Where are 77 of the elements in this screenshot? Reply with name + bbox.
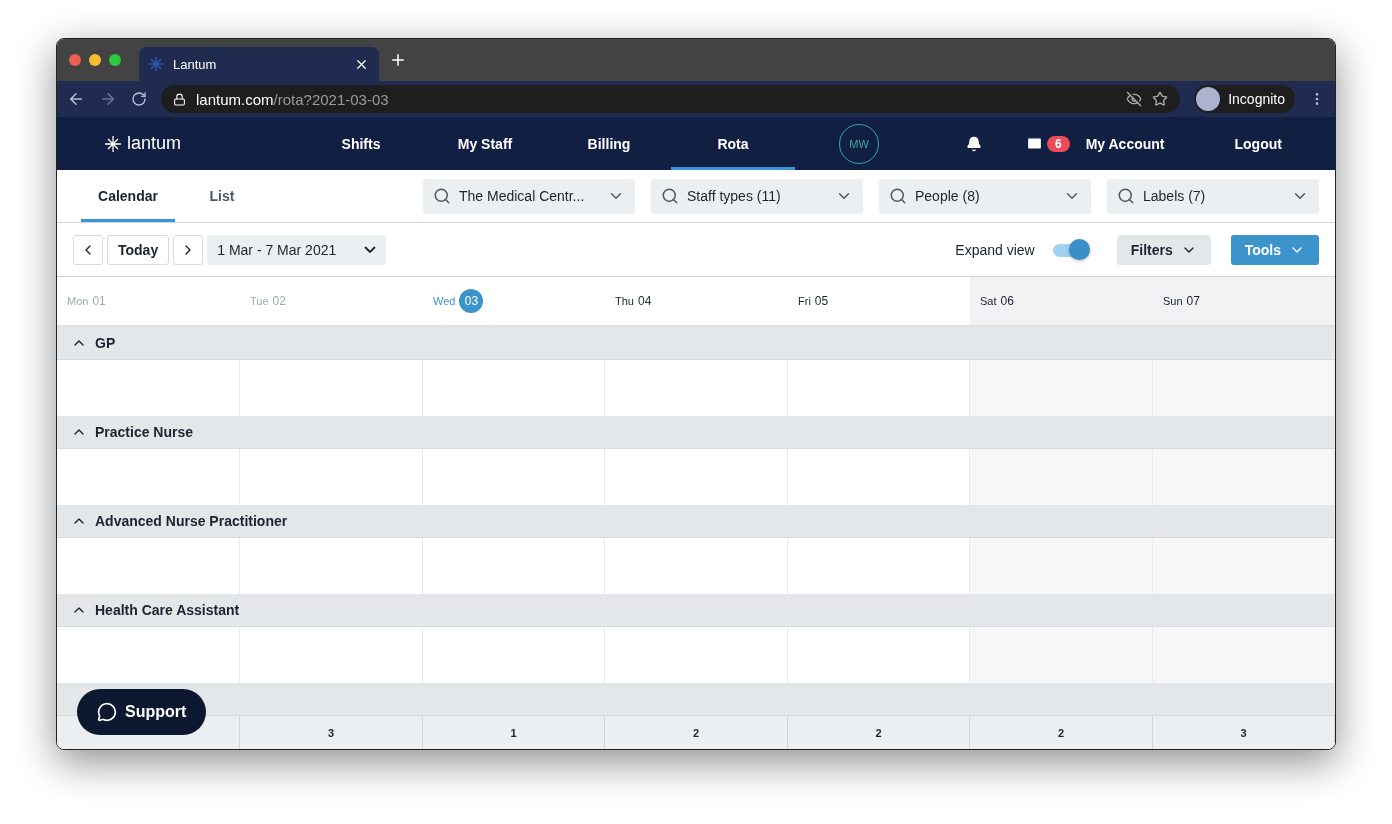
next-week-button[interactable] — [173, 234, 204, 265]
calendar-cell[interactable] — [970, 538, 1153, 594]
expand-view-label: Expand view — [955, 241, 1035, 258]
day-header: Mon 01 — [57, 277, 240, 327]
lock-icon — [173, 92, 186, 106]
day-header: Sat 06 — [970, 277, 1153, 327]
chevron-down-icon — [364, 245, 377, 254]
date-range-dropdown[interactable]: 1 Mar - 7 Mar 2021 — [207, 234, 387, 265]
group-header[interactable]: Health Care Assistant — [57, 594, 1335, 627]
star-icon[interactable] — [1152, 91, 1169, 107]
nav-link[interactable]: Shifts — [299, 117, 423, 170]
view-tab[interactable]: List — [175, 170, 269, 222]
forward-icon[interactable] — [99, 90, 117, 108]
account-link[interactable]: My Account — [1085, 117, 1165, 170]
today-button[interactable]: Today — [107, 234, 170, 265]
group-title: Advanced Nurse Practitioner — [95, 513, 288, 529]
search-icon — [1117, 187, 1135, 205]
calendar-cell[interactable] — [1153, 449, 1335, 505]
url-text: lantum.com/rota?2021-03-03 — [196, 90, 390, 108]
calendar-cell[interactable] — [970, 449, 1153, 505]
logout-link[interactable]: Logout — [1234, 117, 1282, 170]
group-header[interactable]: Practice Nurse — [57, 416, 1335, 449]
mail-icon[interactable] — [1026, 135, 1043, 152]
expand-view-toggle[interactable] — [1052, 238, 1091, 261]
sparkle-icon — [105, 135, 121, 152]
calendar-cell[interactable] — [1153, 360, 1335, 416]
group-title: Health Care Assistant — [95, 602, 240, 618]
search-icon — [433, 187, 451, 205]
group-title: Practice Nurse — [95, 424, 194, 440]
maximize-window-icon[interactable] — [109, 54, 121, 66]
mail-count-badge: 6 — [1047, 135, 1070, 152]
calendar-cell[interactable] — [57, 538, 240, 594]
total-cell: 3 — [240, 716, 423, 749]
total-cell: 2 — [788, 716, 970, 749]
calendar-cell[interactable] — [970, 360, 1153, 416]
brand-name: lantum — [127, 133, 182, 154]
total-cell: 1 — [423, 716, 605, 749]
close-window-icon[interactable] — [69, 54, 81, 66]
calendar-cell[interactable] — [1153, 627, 1335, 683]
new-tab-icon[interactable] — [389, 51, 407, 69]
total-cell: 2 — [605, 716, 788, 749]
support-button[interactable]: Support — [77, 689, 207, 735]
browser-tab[interactable]: Lantum — [139, 47, 379, 81]
filter-dropdown[interactable]: The Medical Centr... — [423, 178, 635, 214]
filter-dropdown[interactable]: People (8) — [879, 178, 1091, 214]
day-header: Sun 07 — [1153, 277, 1335, 327]
back-icon[interactable] — [67, 90, 85, 108]
filter-dropdown[interactable]: Labels (7) — [1107, 178, 1319, 214]
total-cell: 2 — [970, 716, 1153, 749]
group-title: GP — [95, 335, 116, 351]
calendar-cell[interactable] — [57, 449, 240, 505]
reload-icon[interactable] — [131, 91, 147, 107]
search-icon — [889, 187, 907, 205]
total-cell: 3 — [1153, 716, 1335, 749]
nav-link[interactable]: Billing — [547, 117, 671, 170]
group-header[interactable]: Advanced Nurse Practitioner — [57, 505, 1335, 538]
notification-bell-icon[interactable] — [966, 135, 982, 152]
calendar-cell[interactable] — [1153, 538, 1335, 594]
previous-week-button[interactable] — [73, 234, 103, 265]
profile-button[interactable]: Incognito — [1194, 85, 1295, 113]
view-tab[interactable]: Calendar — [81, 170, 175, 222]
sparkle-icon — [149, 57, 163, 71]
brand-logo[interactable]: lantum — [57, 117, 287, 170]
group-header[interactable]: GP — [57, 327, 1335, 360]
incognito-icon — [1196, 87, 1221, 111]
calendar-cell[interactable] — [970, 627, 1153, 683]
eye-off-icon[interactable] — [1126, 91, 1143, 107]
calendar-cell[interactable] — [57, 627, 240, 683]
address-field[interactable]: lantum.com/rota?2021-03-03 — [161, 85, 1181, 113]
filter-dropdown[interactable]: Staff types (11) — [651, 178, 863, 214]
filters-button[interactable]: Filters — [1116, 234, 1211, 265]
nav-link[interactable]: Rota — [671, 117, 795, 170]
calendar-cell[interactable] — [57, 360, 240, 416]
nav-link[interactable]: My Staff — [423, 117, 547, 170]
minimize-window-icon[interactable] — [89, 54, 101, 66]
search-icon — [661, 187, 679, 205]
chat-bubble-icon — [97, 702, 117, 722]
